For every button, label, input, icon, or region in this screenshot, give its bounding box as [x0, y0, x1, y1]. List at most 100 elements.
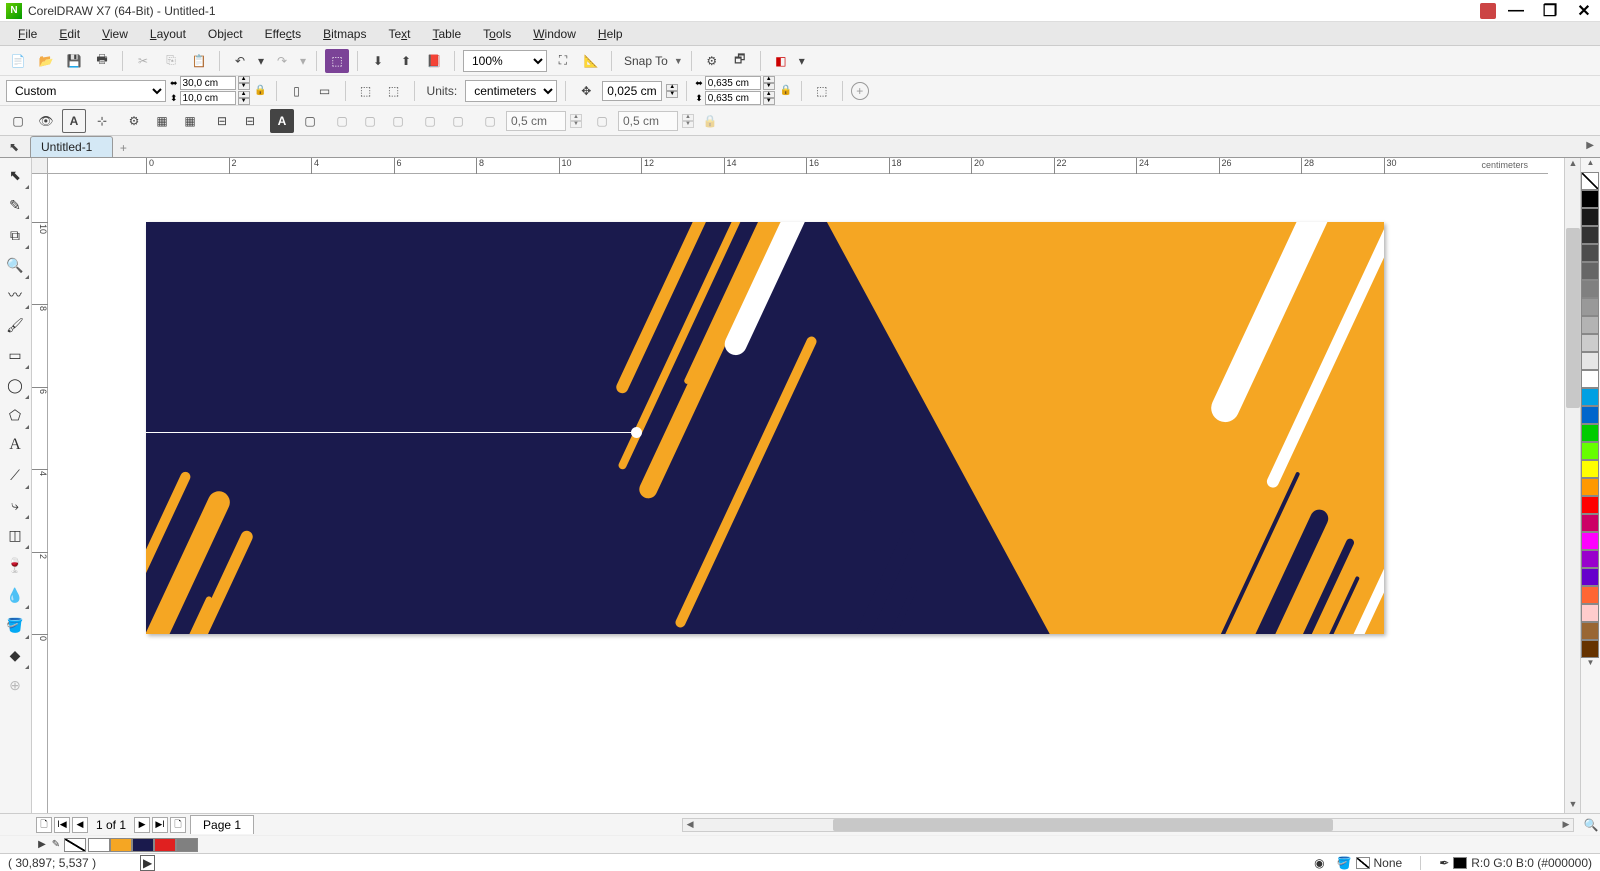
color-swatch[interactable]	[1581, 604, 1599, 622]
export-button[interactable]: ⬆	[394, 49, 418, 73]
transparency-tool[interactable]: 🍷	[0, 550, 30, 580]
doc-palette-menu[interactable]: ▶	[36, 839, 48, 850]
menu-file[interactable]: File	[8, 24, 47, 44]
page-tab[interactable]: Page 1	[190, 815, 254, 834]
app-launcher-dropdown[interactable]: ▾	[797, 49, 807, 73]
fill-indicator[interactable]: 🪣 None	[1337, 856, 1403, 870]
tb3-btn-18[interactable]: ▢	[590, 109, 614, 133]
vscroll-thumb[interactable]	[1566, 228, 1580, 408]
nudge-distance-input[interactable]	[602, 81, 662, 101]
landscape-button[interactable]: ▭	[313, 79, 337, 103]
color-swatch[interactable]	[1581, 550, 1599, 568]
first-page-button[interactable]: I◀	[54, 817, 70, 833]
drop-shadow-tool[interactable]: ◫	[0, 520, 30, 550]
user-account-icon[interactable]	[1480, 3, 1496, 19]
color-swatch[interactable]	[1581, 316, 1599, 334]
page-preset-select[interactable]: Custom	[6, 80, 166, 102]
doc-palette-none[interactable]	[64, 838, 86, 852]
prev-page-button[interactable]: ◀	[72, 817, 88, 833]
menu-layout[interactable]: Layout	[140, 24, 196, 44]
color-swatch[interactable]	[1581, 442, 1599, 460]
units-select[interactable]: centimeters	[465, 80, 557, 102]
outline-tool[interactable]: ⊕	[0, 670, 30, 700]
document-tab[interactable]: Untitled-1	[30, 136, 113, 157]
doc-color-swatch[interactable]	[176, 838, 198, 852]
cut-button[interactable]: ✂	[131, 49, 155, 73]
current-page-button[interactable]: ⬚	[382, 79, 406, 103]
copy-button[interactable]: ⎘	[159, 49, 183, 73]
tb3-btn-14[interactable]: ▢	[386, 109, 410, 133]
tb3-btn-4[interactable]: ⊹	[90, 109, 114, 133]
menu-object[interactable]: Object	[198, 24, 253, 44]
color-swatch[interactable]	[1581, 172, 1599, 190]
text-tool[interactable]: A	[0, 430, 30, 460]
undo-dropdown[interactable]: ▾	[256, 49, 266, 73]
ruler-origin[interactable]	[32, 158, 48, 174]
tb3-btn-6[interactable]: ▦	[150, 109, 174, 133]
options-button[interactable]: ⚙	[700, 49, 724, 73]
color-swatch[interactable]	[1581, 280, 1599, 298]
tb3-btn-13[interactable]: ▢	[358, 109, 382, 133]
color-swatch[interactable]	[1581, 190, 1599, 208]
doc-color-swatch[interactable]	[132, 838, 154, 852]
color-swatch[interactable]	[1581, 640, 1599, 658]
outline-indicator[interactable]: ✒ R:0 G:0 B:0 (#000000)	[1439, 856, 1592, 870]
zoom-all-button[interactable]: 🔍	[1582, 813, 1600, 837]
color-swatch[interactable]	[1581, 496, 1599, 514]
color-swatch[interactable]	[1581, 388, 1599, 406]
menu-edit[interactable]: Edit	[49, 24, 90, 44]
add-property-button[interactable]: +	[851, 82, 869, 100]
color-swatch[interactable]	[1581, 370, 1599, 388]
artistic-media-tool[interactable]: 🖌	[0, 310, 30, 340]
nudge-up[interactable]: ▲	[666, 84, 678, 91]
color-swatch[interactable]	[1581, 406, 1599, 424]
drawing-workspace[interactable]	[48, 174, 1548, 813]
hscroll-thumb[interactable]	[833, 819, 1333, 831]
menu-text[interactable]: Text	[378, 24, 420, 44]
vscroll-down[interactable]: ▼	[1566, 799, 1580, 813]
tb3-btn-19[interactable]: 🔒	[698, 109, 722, 133]
color-swatch[interactable]	[1581, 208, 1599, 226]
color-swatch[interactable]	[1581, 568, 1599, 586]
color-swatch[interactable]	[1581, 226, 1599, 244]
import-button[interactable]: ⬇	[366, 49, 390, 73]
vertical-scrollbar[interactable]: ▲ ▼	[1564, 158, 1580, 813]
app-launcher-button[interactable]: ◧	[769, 49, 793, 73]
color-swatch[interactable]	[1581, 424, 1599, 442]
doc-palette-eyedrop[interactable]: ✎	[50, 839, 62, 850]
dup-y-input[interactable]	[705, 91, 761, 105]
color-swatch[interactable]	[1581, 586, 1599, 604]
print-button[interactable]: 🖶	[90, 49, 114, 73]
color-swatch[interactable]	[1581, 334, 1599, 352]
zoom-tool[interactable]: 🔍	[0, 250, 30, 280]
tb3-btn-3[interactable]: A	[62, 109, 86, 133]
page-height-up[interactable]: ▲	[238, 91, 250, 98]
horizontal-ruler[interactable]: centimeters 024681012141618202224262830	[48, 158, 1548, 174]
maximize-button[interactable]: ❐	[1540, 3, 1560, 19]
paste-button[interactable]: 📋	[187, 49, 211, 73]
color-swatch[interactable]	[1581, 460, 1599, 478]
add-page-after-button[interactable]: 🗋	[170, 817, 186, 833]
palette-scroll-down[interactable]: ▼	[1581, 658, 1600, 672]
color-swatch[interactable]	[1581, 244, 1599, 262]
last-page-button[interactable]: ▶I	[152, 817, 168, 833]
rectangle-tool[interactable]: ▭	[0, 340, 30, 370]
color-swatch[interactable]	[1581, 298, 1599, 316]
color-eyedropper-tool[interactable]: 💧	[0, 580, 30, 610]
menu-bitmaps[interactable]: Bitmaps	[313, 24, 376, 44]
doc-color-swatch[interactable]	[88, 838, 110, 852]
page-width-down[interactable]: ▼	[238, 83, 250, 90]
page-width-input[interactable]	[180, 76, 236, 90]
play-icon[interactable]: ▶	[140, 855, 155, 871]
tb3-btn-8[interactable]: ⊟	[210, 109, 234, 133]
page-width-up[interactable]: ▲	[238, 76, 250, 83]
horizontal-scrollbar[interactable]: ◀ ▶	[682, 818, 1574, 832]
menu-window[interactable]: Window	[523, 24, 586, 44]
show-rulers-button[interactable]: 📐	[579, 49, 603, 73]
palette-scroll-up[interactable]: ▲	[1581, 158, 1600, 172]
tb3-btn-10[interactable]: A	[270, 109, 294, 133]
parallel-dimension-tool[interactable]: ⟋	[0, 460, 30, 490]
menu-tools[interactable]: Tools	[473, 24, 521, 44]
color-swatch[interactable]	[1581, 532, 1599, 550]
menu-table[interactable]: Table	[422, 24, 471, 44]
